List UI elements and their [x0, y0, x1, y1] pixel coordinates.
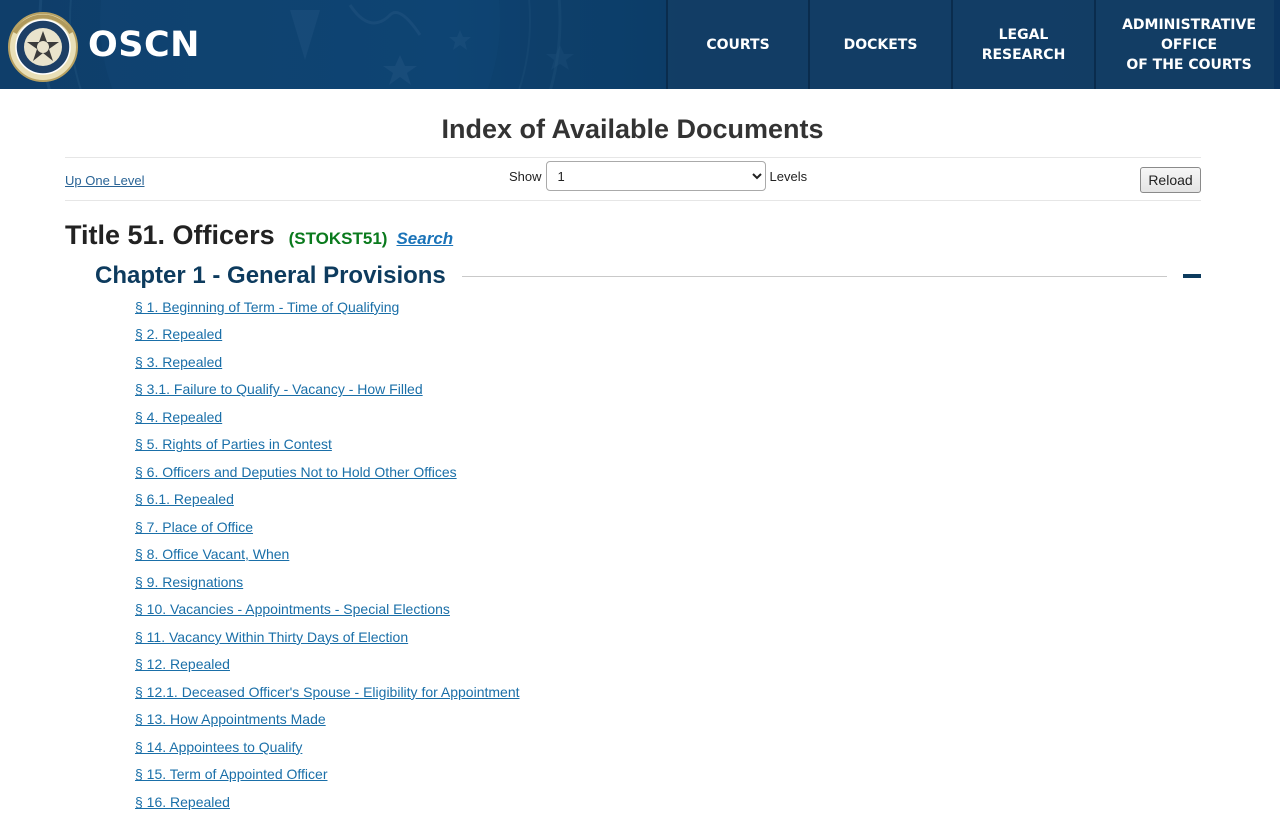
court-seal-icon[interactable]	[7, 7, 79, 83]
section-link[interactable]: § 3.1. Failure to Qualify - Vacancy - Ho…	[135, 381, 423, 397]
list-item: § 9. Resignations	[135, 568, 520, 596]
section-link[interactable]: § 5. Rights of Parties in Contest	[135, 436, 332, 452]
levels-control: Show 1 Levels	[509, 161, 807, 191]
chapter-heading[interactable]: Chapter 1 - General Provisions	[95, 262, 446, 290]
list-item: § 8. Office Vacant, When	[135, 541, 520, 569]
levels-label: Levels	[769, 168, 808, 184]
list-item: § 11. Vacancy Within Thirty Days of Elec…	[135, 623, 520, 651]
list-item: § 16. Repealed	[135, 788, 520, 816]
section-link[interactable]: § 1. Beginning of Term - Time of Qualify…	[135, 299, 399, 315]
section-link[interactable]: § 14. Appointees to Qualify	[135, 739, 302, 755]
section-link[interactable]: § 11. Vacancy Within Thirty Days of Elec…	[135, 629, 408, 645]
list-item: § 2. Repealed	[135, 321, 520, 349]
divider	[65, 200, 1201, 201]
list-item: § 4. Repealed	[135, 403, 520, 431]
list-item: § 3. Repealed	[135, 348, 520, 376]
section-link[interactable]: § 6.1. Repealed	[135, 491, 234, 507]
list-item: § 5. Rights of Parties in Contest	[135, 431, 520, 459]
chapter-divider	[461, 275, 1167, 277]
list-item: § 13. How Appointments Made	[135, 706, 520, 734]
divider	[65, 157, 1201, 158]
title-header: Title 51. Officers (STOKST51) Search	[65, 220, 453, 251]
section-link[interactable]: § 7. Place of Office	[135, 519, 253, 535]
title-search-link[interactable]: Search	[396, 229, 453, 249]
list-item: § 3.1. Failure to Qualify - Vacancy - Ho…	[135, 376, 520, 404]
section-link[interactable]: § 6. Officers and Deputies Not to Hold O…	[135, 464, 457, 480]
section-link[interactable]: § 3. Repealed	[135, 354, 222, 370]
section-link[interactable]: § 10. Vacancies - Appointments - Special…	[135, 601, 450, 617]
minus-icon[interactable]	[1183, 269, 1201, 283]
nav-courts[interactable]: COURTS	[666, 0, 808, 89]
section-list: § 1. Beginning of Term - Time of Qualify…	[135, 293, 520, 816]
nav-legal-research[interactable]: LEGAL RESEARCH	[951, 0, 1094, 89]
list-item: § 12.1. Deceased Officer's Spouse - Elig…	[135, 678, 520, 706]
chapter-header: Chapter 1 - General Provisions	[95, 260, 1201, 292]
section-link[interactable]: § 12.1. Deceased Officer's Spouse - Elig…	[135, 684, 520, 700]
section-link[interactable]: § 9. Resignations	[135, 574, 243, 590]
section-link[interactable]: § 12. Repealed	[135, 656, 230, 672]
show-label: Show	[509, 168, 542, 184]
section-link[interactable]: § 4. Repealed	[135, 409, 222, 425]
title-heading: Title 51. Officers	[65, 220, 275, 250]
list-item: § 7. Place of Office	[135, 513, 520, 541]
up-one-level-link[interactable]: Up One Level	[65, 173, 145, 188]
list-item: § 10. Vacancies - Appointments - Special…	[135, 596, 520, 624]
list-item: § 15. Term of Appointed Officer	[135, 761, 520, 789]
main-nav: COURTS DOCKETS LEGAL RESEARCH ADMINISTRA…	[666, 0, 1274, 89]
section-link[interactable]: § 13. How Appointments Made	[135, 711, 326, 727]
nav-administrative-office[interactable]: ADMINISTRATIVE OFFICE OF THE COURTS	[1094, 0, 1274, 89]
list-item: § 12. Repealed	[135, 651, 520, 679]
brand-logo-text[interactable]: OSCN	[88, 24, 200, 66]
section-link[interactable]: § 2. Repealed	[135, 326, 222, 342]
section-link[interactable]: § 8. Office Vacant, When	[135, 546, 289, 562]
site-header: OSCN COURTS DOCKETS LEGAL RESEARCH ADMIN…	[0, 0, 1280, 89]
levels-select[interactable]: 1	[545, 161, 766, 191]
list-item: § 6.1. Repealed	[135, 486, 520, 514]
page-title: Index of Available Documents	[441, 114, 824, 144]
list-item: § 6. Officers and Deputies Not to Hold O…	[135, 458, 520, 486]
section-link[interactable]: § 16. Repealed	[135, 794, 230, 810]
list-item: § 14. Appointees to Qualify	[135, 733, 520, 761]
list-item: § 1. Beginning of Term - Time of Qualify…	[135, 293, 520, 321]
title-code: (STOKST51)	[288, 229, 388, 248]
section-link[interactable]: § 15. Term of Appointed Officer	[135, 766, 328, 782]
nav-administrative-office-label: ADMINISTRATIVE OFFICE OF THE COURTS	[1122, 16, 1256, 73]
nav-dockets[interactable]: DOCKETS	[808, 0, 951, 89]
reload-button[interactable]: Reload	[1140, 167, 1201, 193]
